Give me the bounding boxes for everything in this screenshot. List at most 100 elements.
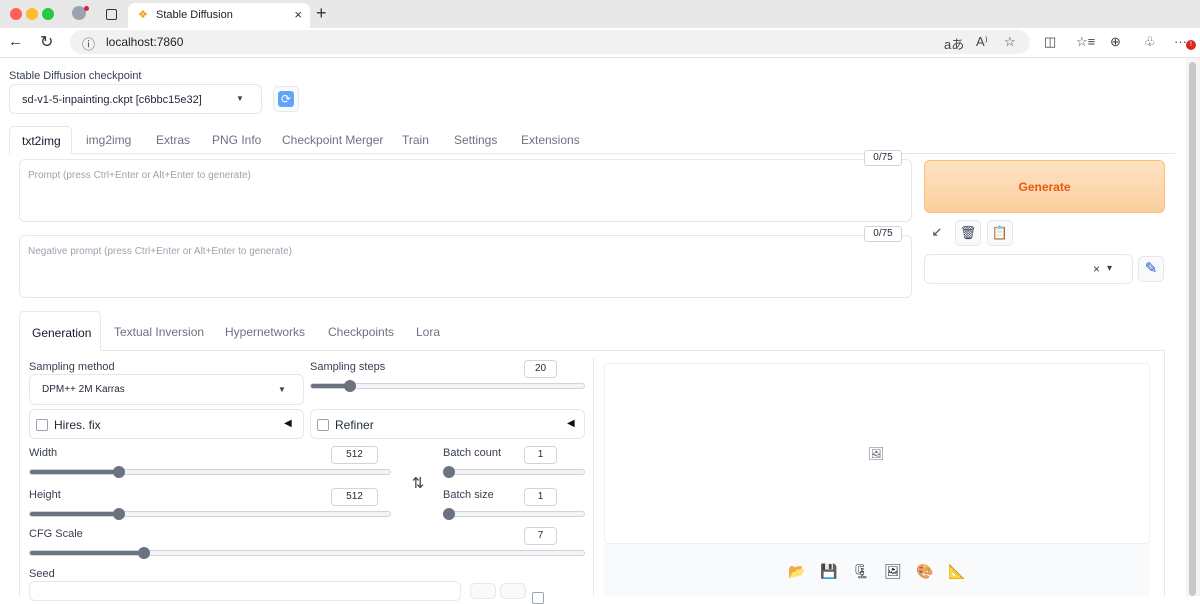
refiner-label: Refiner xyxy=(335,418,374,432)
send-to-inpaint-button[interactable]: 🎨 xyxy=(914,560,936,582)
extensions-icon[interactable]: ♧ xyxy=(1144,34,1156,50)
folder-icon: 📂 xyxy=(788,563,806,579)
send-to-extras-button[interactable]: 📐 xyxy=(946,560,968,582)
hires-fix-accordion[interactable]: Hires. fix ◀ xyxy=(29,409,304,439)
prompt-placeholder: Prompt (press Ctrl+Enter or Alt+Enter to… xyxy=(28,170,251,181)
batch-count-thumb[interactable] xyxy=(443,466,455,478)
tab-generation[interactable]: Generation xyxy=(19,311,101,351)
prompt-textarea[interactable]: Prompt (press Ctrl+Enter or Alt+Enter to… xyxy=(19,159,912,222)
batch-count-slider[interactable] xyxy=(443,469,585,475)
batch-size-input[interactable]: 1 xyxy=(524,488,557,506)
pencil-icon: ✎ xyxy=(1144,260,1158,277)
tab-checkpoints[interactable]: Checkpoints xyxy=(328,325,394,339)
tab-txt2img-label: txt2img xyxy=(22,134,61,148)
tab-lora[interactable]: Lora xyxy=(416,325,440,339)
checkpoint-dropdown[interactable]: sd-v1-5-inpainting.ckpt [c6bbc15e32] ▼ xyxy=(9,84,262,114)
clear-styles-icon[interactable]: × xyxy=(1093,262,1100,276)
generate-button[interactable]: Generate xyxy=(924,160,1165,213)
width-slider[interactable] xyxy=(29,469,391,475)
triangle-ruler-icon: 📐 xyxy=(948,563,966,579)
url-field[interactable]: ⓘ localhost:7860 xyxy=(70,30,1030,54)
batch-size-thumb[interactable] xyxy=(443,508,455,520)
site-info-icon[interactable]: ⓘ xyxy=(82,34,95,53)
output-gallery[interactable]: 🖼 xyxy=(604,363,1150,544)
batch-count-input[interactable]: 1 xyxy=(524,446,557,464)
negative-prompt-placeholder: Negative prompt (press Ctrl+Enter or Alt… xyxy=(28,246,293,257)
notification-badge: ! xyxy=(1186,40,1196,50)
new-tab-button[interactable]: + xyxy=(316,3,327,24)
sampling-method-label: Sampling method xyxy=(29,361,115,373)
width-thumb[interactable] xyxy=(113,466,125,478)
zip-button[interactable]: 🗜 xyxy=(850,560,872,582)
tab-extras[interactable]: Extras xyxy=(156,133,190,147)
tab-txt2img[interactable]: txt2img xyxy=(9,126,72,154)
read-params-button[interactable]: ↙ xyxy=(924,220,950,246)
split-screen-icon[interactable]: ◫ xyxy=(1044,34,1056,50)
seed-input[interactable] xyxy=(29,581,461,601)
send-to-img2img-button[interactable]: 🖼 xyxy=(882,560,904,582)
collections-icon[interactable]: ⊕ xyxy=(1110,34,1121,50)
extra-seed-checkbox[interactable] xyxy=(532,592,544,604)
hires-fix-checkbox[interactable] xyxy=(36,419,48,431)
refiner-accordion[interactable]: Refiner ◀ xyxy=(310,409,585,439)
cfg-scale-thumb[interactable] xyxy=(137,547,150,559)
chevron-down-icon: ▼ xyxy=(278,385,286,394)
favorite-star-icon[interactable]: ☆ xyxy=(1004,34,1016,50)
swap-icon: ⇅ xyxy=(411,475,425,492)
expand-arrow-icon: ◀ xyxy=(567,418,575,429)
tab-train[interactable]: Train xyxy=(402,133,429,147)
tab-settings[interactable]: Settings xyxy=(454,133,497,147)
zip-icon: 🗜 xyxy=(852,563,870,579)
tab-generation-label: Generation xyxy=(32,326,92,340)
swap-dimensions-button[interactable]: ⇅ xyxy=(405,472,431,498)
tab-img2img[interactable]: img2img xyxy=(86,133,131,147)
width-input[interactable]: 512 xyxy=(331,446,378,464)
styles-dropdown[interactable]: × ▾ xyxy=(924,254,1133,284)
edit-styles-button[interactable]: ✎ xyxy=(1138,256,1164,282)
batch-count-label: Batch count xyxy=(443,447,502,459)
hires-fix-label: Hires. fix xyxy=(54,418,101,432)
reload-icon[interactable]: ↻ xyxy=(40,32,53,52)
apply-style-button[interactable]: 📋 xyxy=(987,220,1013,246)
negative-prompt-textarea[interactable]: Negative prompt (press Ctrl+Enter or Alt… xyxy=(19,235,912,298)
tab-hypernetworks[interactable]: Hypernetworks xyxy=(225,325,305,339)
chevron-down-icon: ▼ xyxy=(236,94,244,103)
close-window-button[interactable] xyxy=(10,8,22,20)
read-aloud-icon[interactable]: aあ xyxy=(944,34,964,53)
more-menu-icon[interactable]: ··· xyxy=(1174,34,1187,49)
tab-checkpoint-merger[interactable]: Checkpoint Merger xyxy=(282,133,383,147)
height-thumb[interactable] xyxy=(113,508,125,520)
tab-png-info[interactable]: PNG Info xyxy=(212,133,261,147)
batch-size-slider[interactable] xyxy=(443,511,585,517)
sampling-steps-input[interactable]: 20 xyxy=(524,360,557,378)
browser-tab-title: Stable Diffusion xyxy=(156,9,233,21)
close-tab-icon[interactable]: × xyxy=(294,7,302,22)
gallery-toolbar xyxy=(604,544,1150,596)
open-folder-button[interactable]: 📂 xyxy=(786,560,808,582)
maximize-window-button[interactable] xyxy=(42,8,54,20)
back-icon[interactable]: ← xyxy=(8,33,23,50)
clear-prompt-button[interactable]: 🗑 xyxy=(955,220,981,246)
image-placeholder-icon: 🖼 xyxy=(868,446,885,461)
reuse-seed-button[interactable] xyxy=(500,583,526,599)
sampling-method-dropdown[interactable]: DPM++ 2M Karras ▼ xyxy=(29,374,304,405)
cfg-scale-input[interactable]: 7 xyxy=(524,527,557,545)
picture-icon: 🖼 xyxy=(884,563,902,579)
tab-actions-icon[interactable] xyxy=(106,9,117,20)
favorites-list-icon[interactable]: ☆≡ xyxy=(1076,34,1095,50)
text-size-icon[interactable]: A⁾ xyxy=(976,34,988,50)
tab-textual-inversion[interactable]: Textual Inversion xyxy=(114,325,204,339)
random-seed-button[interactable] xyxy=(470,583,496,599)
tab-extensions[interactable]: Extensions xyxy=(521,133,580,147)
trash-icon: 🗑 xyxy=(959,225,977,240)
height-input[interactable]: 512 xyxy=(331,488,378,506)
minimize-window-button[interactable] xyxy=(26,8,38,20)
height-slider[interactable] xyxy=(29,511,391,517)
save-button[interactable]: 💾 xyxy=(818,560,840,582)
cfg-scale-slider[interactable] xyxy=(29,550,585,556)
browser-tab[interactable]: ❖ Stable Diffusion × xyxy=(128,3,310,28)
refresh-checkpoint-button[interactable]: ⟳ xyxy=(273,86,299,112)
favicon-icon: ❖ xyxy=(138,9,148,21)
page-scrollbar-thumb[interactable] xyxy=(1189,62,1196,596)
refiner-checkbox[interactable] xyxy=(317,419,329,431)
